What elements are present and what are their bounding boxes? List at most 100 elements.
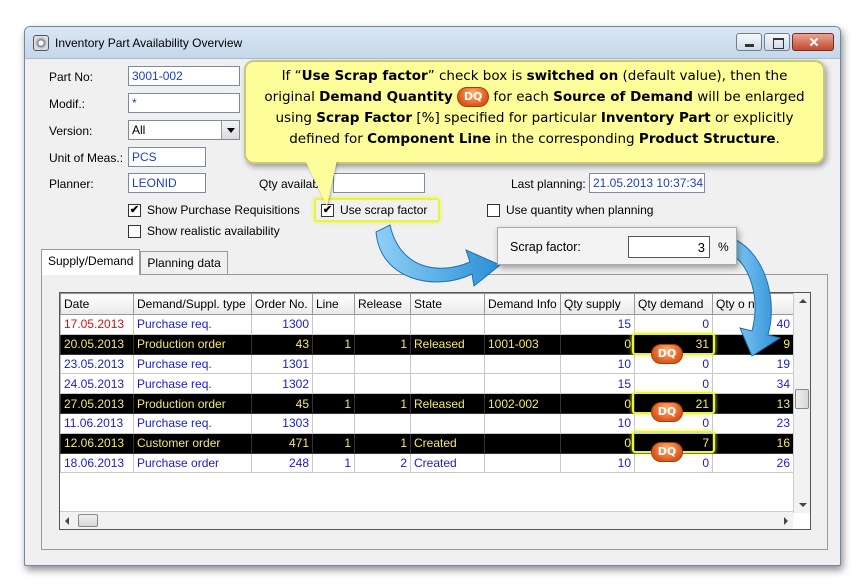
table-row[interactable]: 24.05.2013 Purchase req. 1302 15 0 34 <box>60 373 794 395</box>
close-icon[interactable] <box>792 33 834 51</box>
qty-available-field[interactable] <box>333 173 425 193</box>
cell-onhand: 13 <box>712 393 794 414</box>
show-realistic-checkbox[interactable]: Show realistic availability <box>128 224 280 238</box>
part-no-label: Part No: <box>49 70 94 84</box>
column-header[interactable]: Qty supply <box>560 293 635 315</box>
vertical-scrollbar[interactable] <box>793 293 810 513</box>
scroll-thumb[interactable] <box>795 389 809 409</box>
horizontal-scrollbar[interactable] <box>60 511 793 529</box>
cell-type: Production order <box>133 333 252 355</box>
table-row[interactable]: 18.06.2013 Purchase order 248 1 2 Created 10 0 2… <box>60 452 794 474</box>
cell-state <box>410 314 485 335</box>
cell-line <box>312 373 355 395</box>
scroll-left-icon[interactable] <box>65 517 69 525</box>
column-header[interactable]: Order No. <box>251 293 313 315</box>
cell-release <box>354 373 411 395</box>
cell-line: 1 <box>312 333 355 355</box>
minimize-icon[interactable] <box>736 33 762 51</box>
cell-type: Customer order <box>133 432 252 454</box>
cell-date: 18.06.2013 <box>60 452 134 474</box>
scrap-factor-panel: Scrap factor: 3 % <box>497 227 737 265</box>
cell-order: 45 <box>251 393 313 414</box>
cell-supply: 0 <box>560 432 635 454</box>
info-callout: If “Use Scrap factor” check box is switc… <box>244 60 825 164</box>
cell-order: 1300 <box>251 314 313 335</box>
callout-bold: Demand Quantity <box>319 89 453 105</box>
planner-label: Planner: <box>49 177 94 191</box>
scroll-thumb[interactable] <box>78 514 98 527</box>
cell-supply: 10 <box>560 353 635 375</box>
cell-date: 20.05.2013 <box>60 333 134 355</box>
column-header[interactable]: Qty demand <box>634 293 713 315</box>
use-scrap-factor-label: Use scrap factor <box>340 203 428 217</box>
cell-onhand: 16 <box>712 432 794 454</box>
cell-state: Created <box>410 452 485 474</box>
cell-line: 1 <box>312 452 355 474</box>
cell-line <box>312 412 355 434</box>
column-header[interactable]: State <box>410 293 485 315</box>
cell-order: 1302 <box>251 373 313 395</box>
version-select[interactable]: All <box>128 120 240 140</box>
version-value: All <box>132 123 146 137</box>
planner-field[interactable]: LEONID <box>128 173 206 193</box>
cell-supply: 15 <box>560 373 635 395</box>
cell-onhand: 40 <box>712 314 794 335</box>
cell-type: Production order <box>133 393 252 414</box>
cell-supply: 0 <box>560 333 635 355</box>
cell-date: 11.06.2013 <box>60 412 134 434</box>
column-header[interactable]: Demand/Suppl. type <box>133 293 252 315</box>
use-quantity-planning-label: Use quantity when planning <box>506 203 654 217</box>
modif-field[interactable]: * <box>128 93 240 113</box>
part-no-field[interactable]: 3001-002 <box>128 66 240 86</box>
tab-planning-data[interactable]: Planning data <box>140 251 228 275</box>
checkbox-unchecked-icon[interactable] <box>128 224 141 238</box>
checkbox-checked-icon[interactable]: ✔ <box>128 203 141 217</box>
maximize-icon[interactable] <box>764 33 790 51</box>
cell-info <box>484 314 561 335</box>
cell-date: 23.05.2013 <box>60 353 134 375</box>
scroll-up-icon[interactable] <box>799 299 807 303</box>
tab-supply-demand[interactable]: Supply/Demand <box>41 249 141 275</box>
table-header-row: Date Demand/Suppl. type Order No. Line R… <box>60 293 794 315</box>
cell-release: 1 <box>354 432 411 454</box>
cell-release <box>354 353 411 375</box>
callout-text: will be enlarged <box>692 89 805 105</box>
cell-onhand: 9 <box>712 333 794 355</box>
column-header[interactable]: Date <box>60 293 134 315</box>
cell-supply: 15 <box>560 314 635 335</box>
callout-bold: Use Scrap factor <box>301 68 428 84</box>
show-purchase-req-checkbox[interactable]: ✔ Show Purchase Requisitions <box>128 203 300 217</box>
callout-text: for each <box>489 89 554 105</box>
column-header[interactable]: Qty o nd <box>712 293 794 315</box>
cell-release: 1 <box>354 393 411 414</box>
callout-text: If “ <box>281 68 302 84</box>
callout-bold: Component Line <box>367 131 491 147</box>
cell-line: 1 <box>312 393 355 414</box>
table-row[interactable]: 17.05.2013 Purchase req. 1300 15 0 40 <box>60 314 794 335</box>
cell-release: 1 <box>354 333 411 355</box>
callout-bold: switched on <box>526 68 619 84</box>
callout-text: in the corresponding <box>490 131 639 147</box>
callout-text: defined for <box>289 131 368 147</box>
table-row[interactable]: 23.05.2013 Purchase req. 1301 10 0 19 <box>60 353 794 375</box>
unit-field[interactable]: PCS <box>128 147 206 167</box>
cell-type: Purchase req. <box>133 373 252 395</box>
column-header[interactable]: Release <box>354 293 411 315</box>
cell-state: Created <box>410 432 485 454</box>
scroll-right-icon[interactable] <box>784 517 788 525</box>
cell-info: 1002-002 <box>484 393 561 414</box>
scrap-factor-field[interactable]: 3 <box>628 236 710 258</box>
callout-text: using <box>275 110 317 126</box>
cell-date: 17.05.2013 <box>60 314 134 335</box>
show-realistic-label: Show realistic availability <box>147 224 280 238</box>
column-header[interactable]: Line <box>312 293 355 315</box>
callout-text: original <box>264 89 320 105</box>
scroll-down-icon[interactable] <box>799 503 807 507</box>
column-header[interactable]: Demand Info <box>484 293 561 315</box>
checkbox-unchecked-icon[interactable] <box>487 203 500 217</box>
last-planning-field[interactable]: 21.05.2013 10:37:34 <box>589 173 705 193</box>
use-quantity-planning-checkbox[interactable]: Use quantity when planning <box>487 203 653 217</box>
window-title: Inventory Part Availability Overview <box>55 36 243 50</box>
chevron-down-icon[interactable] <box>221 121 239 139</box>
dq-badge: DQ <box>457 87 490 107</box>
